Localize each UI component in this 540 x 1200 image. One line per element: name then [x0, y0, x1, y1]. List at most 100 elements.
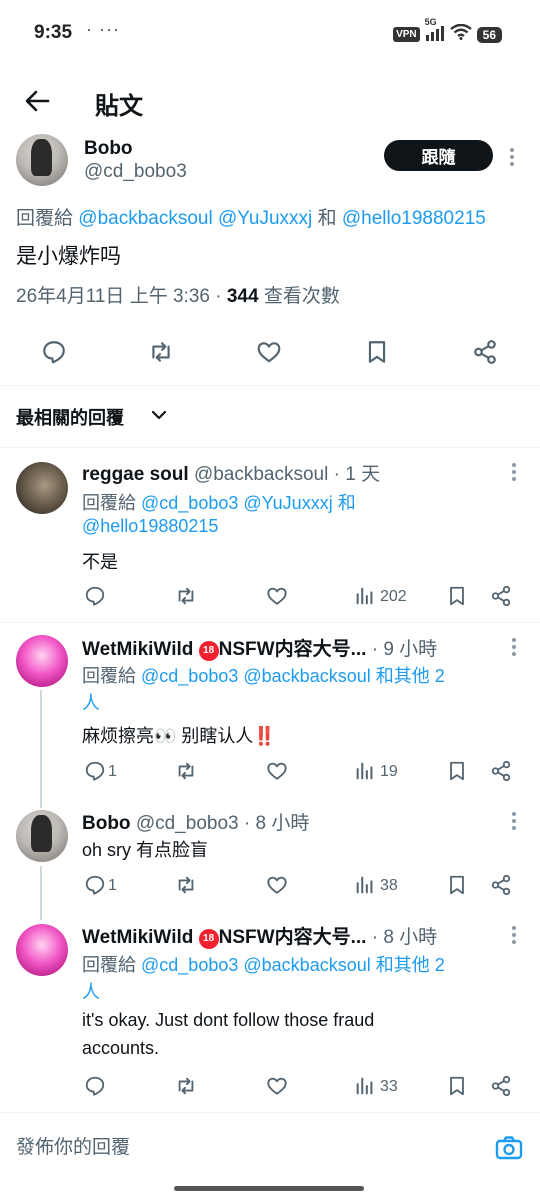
- reply-author[interactable]: reggae soul @backbacksoul · 1 天: [82, 459, 380, 486]
- home-indicator[interactable]: [174, 1186, 364, 1191]
- views-count: 202: [380, 588, 407, 605]
- sort-dropdown[interactable]: 最相關的回覆: [16, 404, 124, 430]
- share-icon[interactable]: [490, 874, 512, 896]
- vpn-icon: VPN: [393, 27, 420, 42]
- reply-author[interactable]: Bobo @cd_bobo3 · 8 小時: [82, 808, 309, 835]
- thread-line: [40, 866, 42, 920]
- views-icon[interactable]: [354, 874, 376, 896]
- others-link[interactable]: 人: [82, 978, 100, 1004]
- status-bar: 9:35 · ··· VPN 5G 56: [0, 0, 540, 70]
- reply-author[interactable]: WetMikiWild 18 NSFW内容大号... · 9 小時: [82, 634, 437, 661]
- retweet-icon[interactable]: [175, 874, 197, 896]
- reply-time: · 8 小時: [371, 927, 438, 948]
- double-exclamation-icon: ‼️: [253, 726, 276, 746]
- share-icon[interactable]: [472, 339, 498, 365]
- retweet-icon[interactable]: [175, 585, 197, 607]
- views-icon[interactable]: [354, 585, 376, 607]
- retweet-icon[interactable]: [175, 1075, 197, 1097]
- like-icon[interactable]: [266, 760, 288, 782]
- like-icon[interactable]: [266, 1075, 288, 1097]
- like-icon[interactable]: [256, 339, 282, 365]
- replies-count: 1: [108, 877, 117, 894]
- bookmark-icon[interactable]: [446, 1075, 468, 1097]
- author-handle[interactable]: @cd_bobo3: [84, 161, 187, 183]
- post-meta: 26年4月11日 上午 3:36 · 344 查看次數: [16, 281, 340, 308]
- bookmark-icon[interactable]: [446, 760, 468, 782]
- follow-button[interactable]: 跟隨: [384, 140, 493, 171]
- mention-link[interactable]: @backbacksoul: [243, 666, 370, 686]
- reply-text: 不是: [82, 552, 118, 572]
- share-icon[interactable]: [490, 585, 512, 607]
- signal-icon: 5G: [425, 17, 445, 44]
- more-icon[interactable]: [511, 463, 517, 483]
- reply-input[interactable]: [16, 1137, 436, 1159]
- avatar[interactable]: [16, 810, 68, 862]
- reply-icon[interactable]: [84, 874, 106, 896]
- reply-handle: @cd_bobo3: [135, 813, 239, 834]
- reply-icon[interactable]: [41, 339, 67, 365]
- header: 貼文: [0, 72, 540, 132]
- reply-context: 回覆給 @backbacksoul @YuJuxxxj 和 @hello1988…: [16, 208, 486, 229]
- battery-indicator: 56: [476, 26, 502, 43]
- more-icon[interactable]: [511, 926, 517, 946]
- reply-text: oh sry 有点脸盲: [82, 840, 209, 860]
- views-label: 查看次數: [263, 286, 340, 307]
- thread-line: [40, 690, 42, 808]
- divider: [0, 447, 540, 448]
- more-icon[interactable]: [511, 638, 517, 658]
- mention-link[interactable]: @backbacksoul: [243, 955, 370, 975]
- reply-text: 麻烦擦亮👀 别瞎认人‼️: [82, 726, 276, 746]
- others-link[interactable]: 人: [82, 689, 100, 715]
- views-icon[interactable]: [354, 1075, 376, 1097]
- avatar[interactable]: [16, 924, 68, 976]
- wifi-icon: [449, 23, 472, 45]
- others-link[interactable]: 和其他 2: [376, 666, 445, 686]
- mention-link[interactable]: @YuJuxxxj: [218, 208, 312, 229]
- reply-text: it's okay. Just dont follow those fraud: [82, 1010, 375, 1030]
- status-icons: VPN 5G 56: [393, 17, 502, 45]
- mention-link[interactable]: @cd_bobo3: [141, 493, 238, 513]
- share-icon[interactable]: [490, 1075, 512, 1097]
- reply-icon[interactable]: [84, 1075, 106, 1097]
- nsfw-18-icon: 18: [198, 641, 219, 661]
- retweet-icon[interactable]: [175, 760, 197, 782]
- reply-time: · 9 小時: [371, 639, 438, 660]
- reply-icon[interactable]: [84, 760, 106, 782]
- reply-icon[interactable]: [84, 585, 106, 607]
- reply-context: 回覆給 @cd_bobo3 @backbacksoul 和其他 2: [82, 955, 445, 975]
- mention-link[interactable]: @backbacksoul: [78, 208, 212, 229]
- more-icon[interactable]: [511, 812, 517, 832]
- reply-time: · 8 小時: [243, 813, 310, 834]
- chevron-down-icon[interactable]: [150, 406, 168, 424]
- back-arrow-icon[interactable]: [24, 88, 50, 114]
- bookmark-icon[interactable]: [446, 874, 468, 896]
- mention-link[interactable]: @cd_bobo3: [141, 955, 238, 975]
- retweet-icon[interactable]: [148, 339, 174, 365]
- bookmark-icon[interactable]: [364, 339, 390, 365]
- views-count: 33: [380, 1078, 398, 1095]
- camera-icon[interactable]: [494, 1133, 524, 1163]
- reply-author[interactable]: WetMikiWild 18 NSFW内容大号... · 8 小時: [82, 922, 437, 949]
- mention-link[interactable]: @hello19880215: [82, 516, 218, 537]
- share-icon[interactable]: [490, 760, 512, 782]
- mention-link[interactable]: @cd_bobo3: [141, 666, 238, 686]
- reply-time: · 1 天: [333, 464, 381, 485]
- avatar[interactable]: [16, 462, 68, 514]
- divider: [0, 622, 540, 623]
- author-name[interactable]: Bobo: [84, 138, 133, 160]
- reply-handle: @backbacksoul: [193, 464, 329, 485]
- reply-composer: [0, 1112, 540, 1174]
- avatar[interactable]: [16, 134, 68, 186]
- mention-link[interactable]: @hello19880215: [342, 208, 486, 229]
- like-icon[interactable]: [266, 585, 288, 607]
- mention-link[interactable]: @YuJuxxxj: [243, 493, 332, 513]
- reply-context: 回覆給 @cd_bobo3 @YuJuxxxj 和: [82, 493, 356, 513]
- like-icon[interactable]: [266, 874, 288, 896]
- more-icon[interactable]: [509, 148, 515, 168]
- others-link[interactable]: 和其他 2: [376, 955, 445, 975]
- avatar[interactable]: [16, 635, 68, 687]
- bookmark-icon[interactable]: [446, 585, 468, 607]
- views-count: 344: [226, 286, 259, 307]
- nsfw-18-icon: 18: [198, 929, 219, 949]
- views-icon[interactable]: [354, 760, 376, 782]
